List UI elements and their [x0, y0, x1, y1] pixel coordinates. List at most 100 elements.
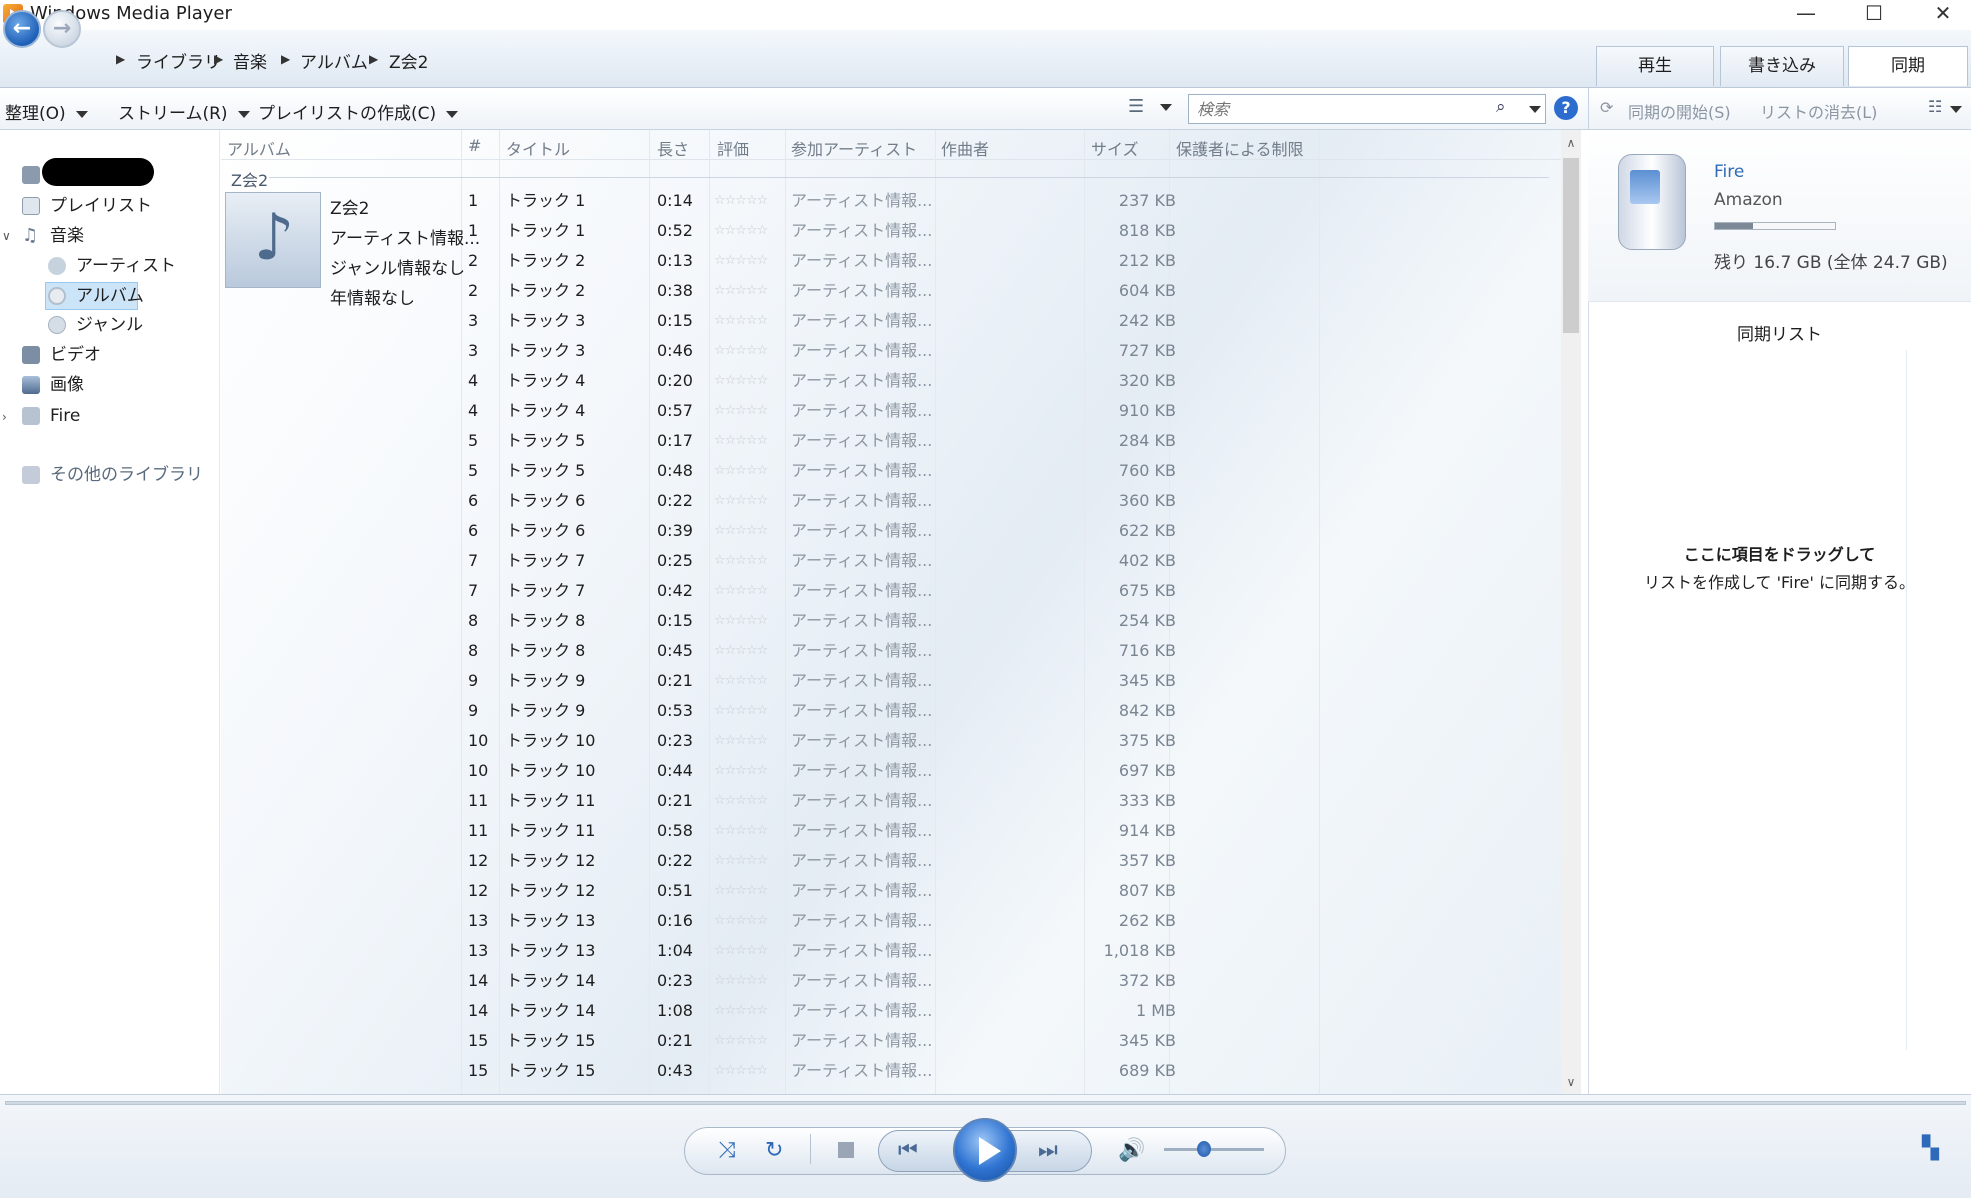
shuffle-icon[interactable]: ⤨	[718, 1138, 736, 1163]
search-dropdown-icon[interactable]	[1529, 106, 1541, 113]
seek-bar[interactable]	[5, 1101, 1966, 1105]
volume-slider-thumb[interactable]	[1197, 1141, 1211, 1157]
organize-menu[interactable]: 整理(O)	[5, 99, 88, 124]
track-rating-stars[interactable]: ☆☆☆☆☆	[714, 726, 768, 756]
switch-to-now-playing-icon[interactable]: ▚	[1922, 1136, 1939, 1161]
stop-icon[interactable]	[838, 1142, 854, 1158]
breadcrumb-music[interactable]: 音楽	[233, 48, 267, 73]
minimize-button[interactable]: —	[1778, 0, 1834, 30]
table-row[interactable]: 1 トラック 1 0:52 ☆☆☆☆☆ アーティスト情報... 818 KB	[221, 216, 1541, 246]
previous-track-icon[interactable]: ⏮	[898, 1138, 918, 1163]
table-row[interactable]: 15 トラック 15 0:21 ☆☆☆☆☆ アーティスト情報... 345 KB	[221, 1026, 1541, 1056]
start-sync-button[interactable]: 同期の開始(S)	[1628, 99, 1731, 123]
column-header-composer[interactable]: 作曲者	[941, 136, 989, 160]
track-rating-stars[interactable]: ☆☆☆☆☆	[714, 936, 768, 966]
track-rating-stars[interactable]: ☆☆☆☆☆	[714, 246, 768, 276]
sidebar-item-genres[interactable]: ジャンル	[48, 312, 143, 338]
search-icon[interactable]: ⌕	[1496, 97, 1506, 117]
sidebar-item-other-libraries[interactable]: その他のライブラリ	[22, 462, 203, 488]
table-row[interactable]: 9 トラック 9 0:21 ☆☆☆☆☆ アーティスト情報... 345 KB	[221, 666, 1541, 696]
table-row[interactable]: 3 トラック 3 0:15 ☆☆☆☆☆ アーティスト情報... 242 KB	[221, 306, 1541, 336]
collapse-arrow-icon[interactable]: ∨	[2, 229, 11, 243]
track-rating-stars[interactable]: ☆☆☆☆☆	[714, 516, 768, 546]
track-rating-stars[interactable]: ☆☆☆☆☆	[714, 666, 768, 696]
breadcrumb-chevron-icon[interactable]: ▶	[281, 52, 290, 66]
track-rating-stars[interactable]: ☆☆☆☆☆	[714, 906, 768, 936]
track-rating-stars[interactable]: ☆☆☆☆☆	[714, 636, 768, 666]
sidebar-item-videos[interactable]: ビデオ	[22, 342, 101, 368]
breadcrumb-chevron-icon[interactable]: ▶	[214, 52, 223, 66]
breadcrumb-chevron-icon[interactable]: ▶	[116, 52, 125, 66]
table-row[interactable]: 6 トラック 6 0:39 ☆☆☆☆☆ アーティスト情報... 622 KB	[221, 516, 1541, 546]
track-rating-stars[interactable]: ☆☆☆☆☆	[714, 456, 768, 486]
view-options-dropdown-icon[interactable]	[1160, 104, 1172, 111]
column-header-artist[interactable]: 参加アーティスト	[791, 136, 917, 160]
track-rating-stars[interactable]: ☆☆☆☆☆	[714, 966, 768, 996]
table-row[interactable]: 10 トラック 10 0:44 ☆☆☆☆☆ アーティスト情報... 697 KB	[221, 756, 1541, 786]
track-rating-stars[interactable]: ☆☆☆☆☆	[714, 336, 768, 366]
play-button[interactable]	[953, 1118, 1017, 1182]
track-rating-stars[interactable]: ☆☆☆☆☆	[714, 546, 768, 576]
table-row[interactable]: 2 トラック 2 0:38 ☆☆☆☆☆ アーティスト情報... 604 KB	[221, 276, 1541, 306]
stream-menu[interactable]: ストリーム(R)	[118, 99, 250, 124]
breadcrumb-current-album[interactable]: Z会2	[389, 48, 428, 73]
table-row[interactable]: 13 トラック 13 1:04 ☆☆☆☆☆ アーティスト情報... 1,018 KB	[221, 936, 1541, 966]
expand-arrow-icon[interactable]: ›	[2, 410, 7, 424]
track-rating-stars[interactable]: ☆☆☆☆☆	[714, 216, 768, 246]
scroll-down-arrow-icon[interactable]: ∨	[1563, 1075, 1579, 1089]
table-row[interactable]: 6 トラック 6 0:22 ☆☆☆☆☆ アーティスト情報... 360 KB	[221, 486, 1541, 516]
sidebar-item-artists[interactable]: アーティスト	[48, 253, 176, 279]
sync-refresh-icon[interactable]: ⟳	[1600, 98, 1613, 117]
track-rating-stars[interactable]: ☆☆☆☆☆	[714, 1026, 768, 1056]
track-rating-stars[interactable]: ☆☆☆☆☆	[714, 186, 768, 216]
table-row[interactable]: 9 トラック 9 0:53 ☆☆☆☆☆ アーティスト情報... 842 KB	[221, 696, 1541, 726]
track-rating-stars[interactable]: ☆☆☆☆☆	[714, 876, 768, 906]
redacted-user-name[interactable]	[42, 158, 154, 186]
forward-button[interactable]: →	[43, 10, 81, 48]
track-rating-stars[interactable]: ☆☆☆☆☆	[714, 306, 768, 336]
table-row[interactable]: 12 トラック 12 0:51 ☆☆☆☆☆ アーティスト情報... 807 KB	[221, 876, 1541, 906]
device-name[interactable]: Fire	[1714, 162, 1744, 182]
track-rating-stars[interactable]: ☆☆☆☆☆	[714, 276, 768, 306]
table-row[interactable]: 12 トラック 12 0:22 ☆☆☆☆☆ アーティスト情報... 357 KB	[221, 846, 1541, 876]
column-header-size[interactable]: サイズ	[1091, 136, 1139, 160]
close-button[interactable]: ✕	[1915, 0, 1971, 30]
track-rating-stars[interactable]: ☆☆☆☆☆	[714, 396, 768, 426]
table-row[interactable]: 4 トラック 4 0:20 ☆☆☆☆☆ アーティスト情報... 320 KB	[221, 366, 1541, 396]
table-row[interactable]: 5 トラック 5 0:48 ☆☆☆☆☆ アーティスト情報... 760 KB	[221, 456, 1541, 486]
track-rating-stars[interactable]: ☆☆☆☆☆	[714, 756, 768, 786]
breadcrumb-albums[interactable]: アルバム	[300, 48, 368, 73]
table-row[interactable]: 2 トラック 2 0:13 ☆☆☆☆☆ アーティスト情報... 212 KB	[221, 246, 1541, 276]
scroll-up-arrow-icon[interactable]: ∧	[1563, 136, 1579, 150]
track-rating-stars[interactable]: ☆☆☆☆☆	[714, 426, 768, 456]
column-header-rating[interactable]: 評価	[717, 136, 749, 160]
repeat-icon[interactable]: ↻	[765, 1138, 783, 1163]
column-header-parental-rating[interactable]: 保護者による制限	[1176, 136, 1304, 160]
maximize-button[interactable]: ☐	[1846, 0, 1902, 30]
scrollbar-thumb[interactable]	[1563, 158, 1579, 333]
table-row[interactable]: 11 トラック 11 0:58 ☆☆☆☆☆ アーティスト情報... 914 KB	[221, 816, 1541, 846]
breadcrumb-chevron-icon[interactable]: ▶	[369, 52, 378, 66]
tab-sync[interactable]: 同期	[1848, 46, 1968, 86]
clear-list-button[interactable]: リストの消去(L)	[1760, 99, 1877, 123]
sidebar-item-playlists[interactable]: プレイリスト	[22, 193, 152, 219]
next-track-icon[interactable]: ⏭	[1038, 1138, 1058, 1163]
table-row[interactable]: 4 トラック 4 0:57 ☆☆☆☆☆ アーティスト情報... 910 KB	[221, 396, 1541, 426]
table-row[interactable]: 8 トラック 8 0:45 ☆☆☆☆☆ アーティスト情報... 716 KB	[221, 636, 1541, 666]
view-options-icon[interactable]: ☰	[1128, 96, 1144, 117]
track-rating-stars[interactable]: ☆☆☆☆☆	[714, 1056, 768, 1086]
create-playlist-menu[interactable]: プレイリストの作成(C)	[258, 99, 459, 124]
search-input[interactable]	[1189, 95, 1489, 123]
table-row[interactable]: 14 トラック 14 1:08 ☆☆☆☆☆ アーティスト情報... 1 MB	[221, 996, 1541, 1026]
volume-speaker-icon[interactable]: 🔊	[1118, 1138, 1145, 1163]
track-rating-stars[interactable]: ☆☆☆☆☆	[714, 996, 768, 1026]
track-rating-stars[interactable]: ☆☆☆☆☆	[714, 786, 768, 816]
table-row[interactable]: 11 トラック 11 0:21 ☆☆☆☆☆ アーティスト情報... 333 KB	[221, 786, 1541, 816]
track-rating-stars[interactable]: ☆☆☆☆☆	[714, 486, 768, 516]
breadcrumb-library[interactable]: ライブラリ	[136, 48, 221, 73]
sidebar-item-albums[interactable]: アルバム	[48, 283, 144, 309]
sidebar-item-pictures[interactable]: 画像	[22, 372, 84, 398]
table-row[interactable]: 7 トラック 7 0:42 ☆☆☆☆☆ アーティスト情報... 675 KB	[221, 576, 1541, 606]
sidebar-item-device-fire[interactable]: Fire	[22, 403, 80, 429]
track-rating-stars[interactable]: ☆☆☆☆☆	[714, 606, 768, 636]
